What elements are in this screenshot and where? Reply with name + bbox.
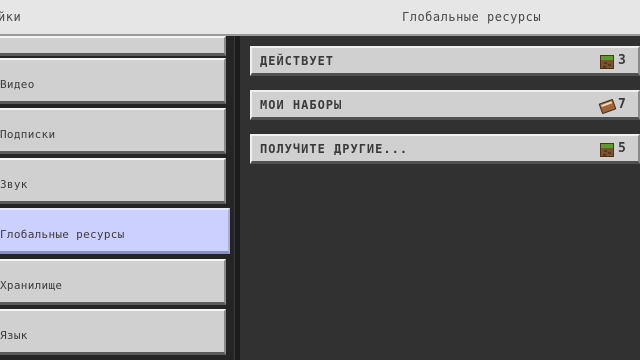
pack-row-label: ПОЛУЧИТЕ ДРУГИЕ...	[260, 142, 409, 156]
pack-row-get-more[interactable]: ПОЛУЧИТЕ ДРУГИЕ... 5	[250, 134, 640, 164]
pack-row-label: ДЕЙСТВУЕТ	[260, 54, 335, 68]
header-bar: йки Глобальные ресурсы	[0, 0, 640, 36]
sidebar-item-label: Подписки	[0, 128, 56, 141]
header-back-title[interactable]: йки	[0, 10, 21, 24]
sidebar-item-video[interactable]: Видео	[0, 58, 226, 104]
sidebar-item-top[interactable]	[0, 36, 226, 56]
sidebar-item-label: Звук	[0, 178, 28, 191]
grass-block-icon	[600, 55, 614, 69]
pack-row-label: МОИ НАБОРЫ	[260, 98, 343, 112]
grass-block-icon	[600, 143, 614, 157]
pack-count: 3	[618, 53, 626, 68]
settings-sidebar: Видео Подписки Звук Глобальные ресурсы Х…	[0, 36, 234, 360]
sidebar-item-label: Язык	[0, 329, 28, 342]
pack-count: 5	[618, 141, 626, 156]
resource-packs-panel: ДЕЙСТВУЕТ 3 МОИ НАБОРЫ 7 ПОЛУЧИТЕ ДРУГИЕ…	[240, 36, 640, 360]
sidebar-item-storage[interactable]: Хранилище	[0, 259, 226, 305]
sidebar-item-sound[interactable]: Звук	[0, 158, 226, 204]
sidebar-item-language[interactable]: Язык	[0, 309, 226, 355]
pack-count: 7	[618, 97, 626, 112]
pack-row-active[interactable]: ДЕЙСТВУЕТ 3	[250, 46, 640, 76]
page-title: Глобальные ресурсы	[402, 10, 542, 24]
sidebar-item-label: Хранилище	[0, 279, 63, 292]
sidebar-item-label: Видео	[0, 78, 35, 91]
book-icon	[598, 98, 617, 115]
pack-row-my-packs[interactable]: МОИ НАБОРЫ 7	[250, 90, 640, 120]
sidebar-item-subscriptions[interactable]: Подписки	[0, 108, 226, 154]
sidebar-item-label: Глобальные ресурсы	[0, 228, 125, 241]
sidebar-item-global-resources[interactable]: Глобальные ресурсы	[0, 208, 230, 254]
